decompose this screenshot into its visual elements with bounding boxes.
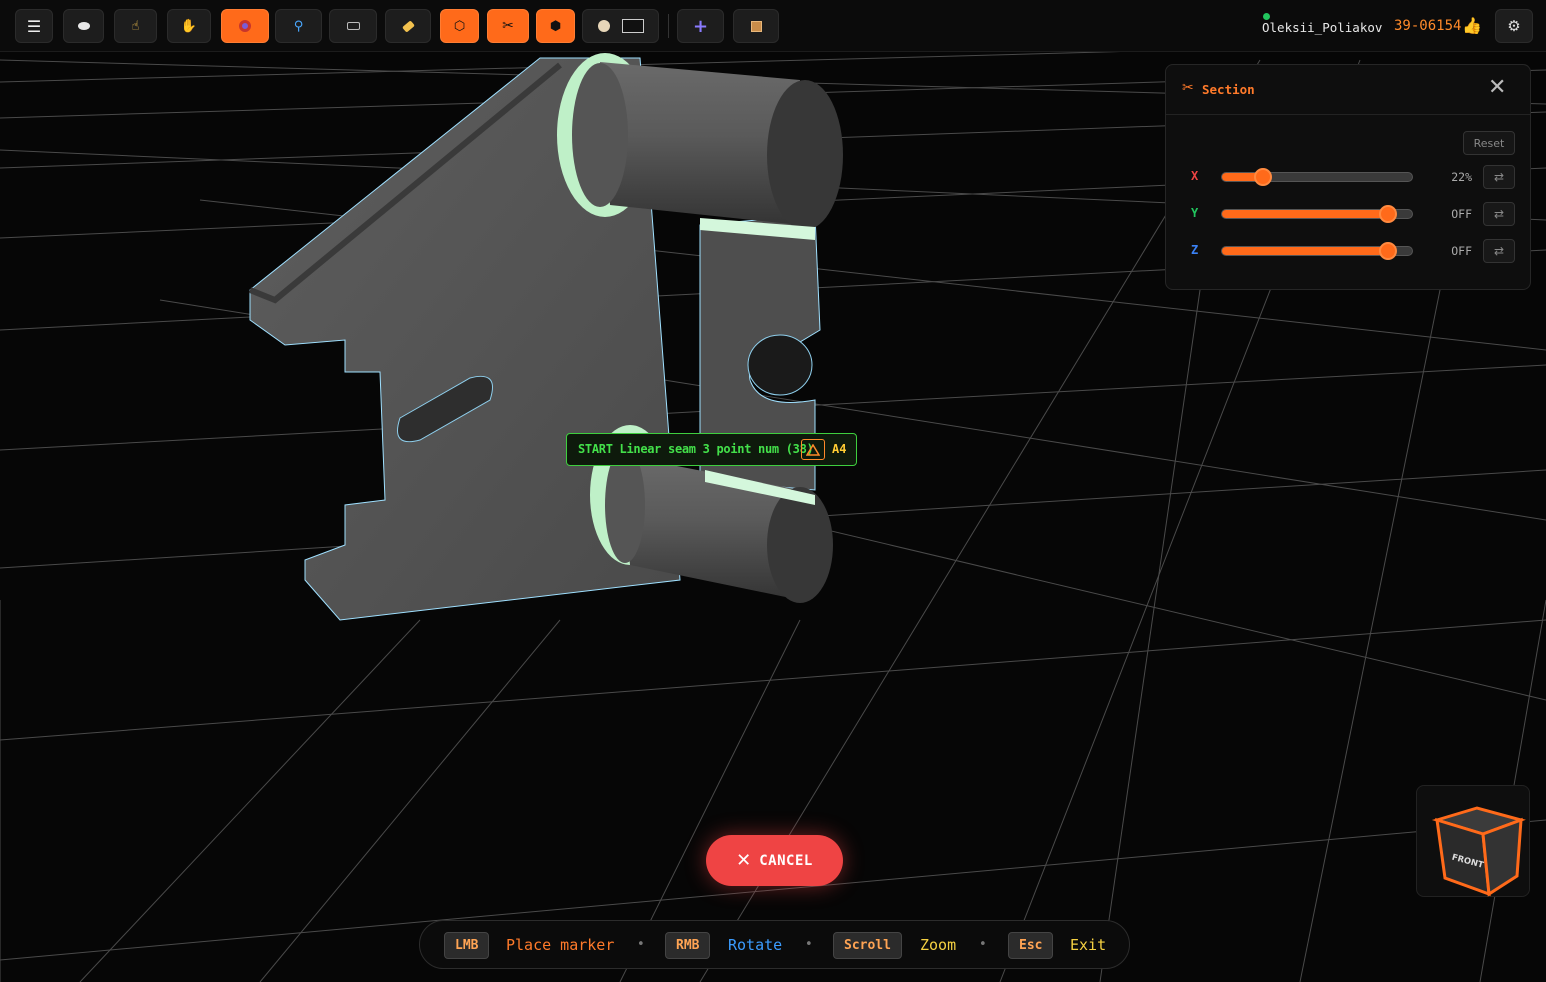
hint-label: Exit: [1070, 936, 1107, 954]
tag-button[interactable]: [385, 9, 431, 43]
section-panel: ✂ Section ✕ Reset X 22% ⇄ Y OFF ⇄ Z OFF …: [1165, 64, 1531, 290]
section-panel-title: Section: [1202, 82, 1255, 97]
swap-icon: ⇄: [1493, 170, 1505, 184]
flip-y-button[interactable]: ⇄: [1483, 202, 1515, 226]
thumbs-up-icon: 👍: [1462, 16, 1482, 35]
marker-tool-button[interactable]: [221, 9, 269, 43]
cancel-button[interactable]: ✕ CANCEL: [706, 835, 843, 886]
axis-label-z: Z: [1191, 243, 1199, 257]
keyboard-button[interactable]: [329, 9, 377, 43]
tag-icon: [401, 19, 415, 33]
hexagon-filled-icon: ⬢: [549, 18, 562, 34]
navigation-cube[interactable]: FRONT: [1416, 785, 1530, 897]
cancel-button-label: CANCEL: [759, 852, 813, 869]
palette-icon: [597, 20, 610, 32]
marker-tooltip-text: START Linear seam 3 point num (38): [578, 442, 814, 456]
flip-z-button[interactable]: ⇄: [1483, 239, 1515, 263]
add-button[interactable]: +: [677, 9, 724, 43]
hint-separator: •: [805, 937, 813, 952]
color-swatch: [621, 19, 644, 33]
close-icon: ✕: [736, 850, 752, 871]
gear-icon: ⚙: [1507, 17, 1521, 35]
slider-z-fill: [1222, 247, 1388, 255]
view-cube-icon[interactable]: FRONT: [1417, 786, 1531, 898]
marker-tooltip-code: A4: [832, 442, 847, 456]
warning-icon: [801, 439, 825, 460]
section-tool-button[interactable]: ✂: [487, 9, 529, 43]
axis-label-x: X: [1191, 169, 1199, 183]
slider-z-value: OFF: [1451, 244, 1472, 258]
user-code: 39-06154: [1394, 18, 1462, 34]
top-toolbar: ☰ ☝ ✋ ⚲ ⬡ ✂ ⬢ + Oleksii_Poliakov 39-0615…: [0, 0, 1546, 52]
toolbar-divider: [668, 14, 669, 38]
swap-icon: ⇄: [1493, 207, 1505, 221]
pointer-hand-icon: ☝: [131, 18, 140, 34]
user-name: Oleksii_Poliakov: [1262, 20, 1383, 35]
magnifier-icon: ⚲: [293, 18, 304, 34]
solid-mode-button[interactable]: ⬢: [536, 9, 575, 43]
select-button[interactable]: ☝: [114, 9, 157, 43]
outline-mode-button[interactable]: ⬡: [440, 9, 479, 43]
slider-z-knob[interactable]: [1379, 242, 1398, 260]
online-status-dot: [1263, 13, 1270, 20]
target-icon: [239, 20, 251, 32]
section-panel-header: ✂ Section ✕: [1166, 65, 1530, 115]
hint-key: Scroll: [833, 932, 902, 959]
keyboard-icon: [346, 22, 360, 30]
zoom-button[interactable]: ⚲: [275, 9, 322, 43]
flip-x-button[interactable]: ⇄: [1483, 165, 1515, 189]
slider-y-knob[interactable]: [1379, 205, 1398, 223]
pan-button[interactable]: ✋: [167, 9, 211, 43]
scissors-icon: ✂: [1182, 80, 1194, 96]
slider-x-track[interactable]: [1221, 172, 1413, 182]
close-icon[interactable]: ✕: [1488, 77, 1506, 99]
scissors-icon: ✂: [502, 18, 514, 34]
pan-hand-icon: ✋: [180, 18, 198, 34]
settings-button[interactable]: ⚙: [1495, 9, 1533, 43]
hint-label: Rotate: [728, 936, 783, 954]
hint-separator: •: [979, 937, 987, 952]
hint-separator: •: [637, 937, 645, 952]
color-picker-button[interactable]: [582, 9, 659, 43]
swap-icon: ⇄: [1493, 244, 1505, 258]
model-button[interactable]: [733, 9, 779, 43]
hint-key: RMB: [665, 932, 711, 959]
shortcut-hints-bar: LMB Place marker • RMB Rotate • Scroll Z…: [419, 920, 1130, 969]
hint-key: LMB: [444, 932, 490, 959]
hexagon-outline-icon: ⬡: [453, 18, 466, 34]
reset-button[interactable]: Reset: [1463, 131, 1515, 155]
eye-icon: [77, 22, 90, 30]
slider-x-value: 22%: [1451, 170, 1472, 184]
hint-key: Esc: [1008, 932, 1054, 959]
slider-x-knob[interactable]: [1254, 168, 1273, 186]
menu-button[interactable]: ☰: [15, 9, 53, 43]
slider-y-value: OFF: [1451, 207, 1472, 221]
box-icon: [750, 20, 762, 32]
slider-y-fill: [1222, 210, 1388, 218]
view-button[interactable]: [63, 9, 104, 43]
axis-label-y: Y: [1191, 206, 1199, 220]
menu-icon: ☰: [26, 16, 42, 36]
add-icon: +: [692, 15, 709, 37]
marker-tooltip: START Linear seam 3 point num (38) A4: [566, 433, 857, 466]
hint-label: Place marker: [506, 936, 615, 954]
hint-label: Zoom: [920, 936, 957, 954]
